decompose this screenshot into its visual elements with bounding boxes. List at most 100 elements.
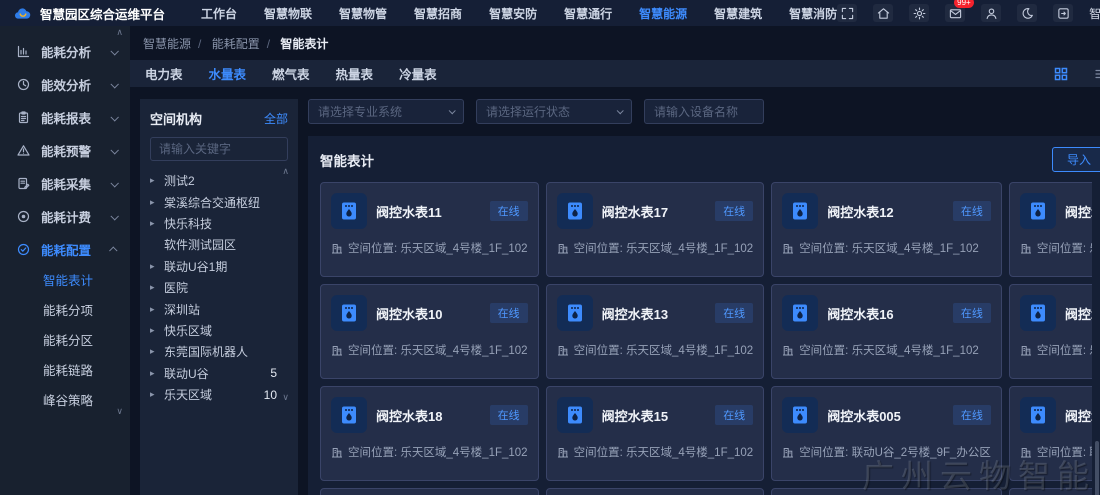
sidebar-item[interactable]: 能耗采集 — [0, 167, 130, 200]
scroll-down-icon[interactable]: ∨ — [282, 393, 289, 402]
sidebar-subitem[interactable]: 峰谷策略 — [0, 386, 130, 416]
meter-card[interactable]: 阀控水表10 在线 空间位置: 乐天区域_4号楼_1F_102 — [320, 284, 539, 379]
status-badge: 在线 — [715, 303, 753, 323]
all-link[interactable]: 全部 — [264, 110, 288, 127]
status-select[interactable]: 请选择运行状态 — [476, 99, 632, 124]
tree-item[interactable]: ▸ 联动U谷1期 — [150, 256, 288, 277]
topnav-item[interactable]: 智慧安防 — [489, 5, 537, 22]
meter-card[interactable]: 阀控水表18 在线 空间位置: 乐天区域_4号楼_1F_102 — [320, 386, 539, 481]
sidebar-item[interactable]: 能耗报表 — [0, 101, 130, 134]
exit-icon[interactable] — [1053, 4, 1073, 22]
expand-arrow-icon[interactable]: ▸ — [150, 218, 164, 229]
sidebar-item[interactable]: 能效分析 — [0, 68, 130, 101]
sidebar-item[interactable]: 能耗计费 — [0, 200, 130, 233]
expand-arrow-icon[interactable]: ▸ — [150, 389, 164, 400]
water-meter-icon — [1020, 295, 1056, 331]
topnav-item[interactable]: 智慧建筑 — [714, 5, 762, 22]
cloud-logo-icon — [13, 6, 33, 21]
scroll-down-icon[interactable]: ∨ — [116, 407, 123, 416]
expand-arrow-icon[interactable]: ▸ — [150, 175, 164, 186]
meter-card-partial[interactable] — [771, 488, 1002, 495]
breadcrumb-item[interactable]: 智慧能源 — [143, 37, 191, 51]
meter-card[interactable]: 阀控水表004 在线 空间位置: 联动U谷_2号楼_9F_办公区 — [1009, 386, 1092, 481]
device-name-input[interactable] — [644, 99, 764, 124]
tree-item-label: 测试2 — [164, 172, 277, 189]
tree-item[interactable]: ▸ 联动U谷 5 — [150, 363, 288, 384]
meter-card[interactable]: 阀控水表11 在线 空间位置: 乐天区域_4号楼_1F_102 — [320, 182, 539, 277]
tab[interactable]: 水量表 — [209, 64, 247, 83]
expand-arrow-icon[interactable]: ▸ — [150, 197, 164, 208]
meter-card-partial[interactable] — [1009, 488, 1092, 495]
sidebar-item[interactable]: 能耗预警 — [0, 134, 130, 167]
grid-view-icon[interactable] — [1054, 67, 1068, 81]
meter-card-header: 阀控水表14 在线 — [1020, 295, 1092, 331]
breadcrumb-item[interactable]: 能耗配置 — [212, 37, 260, 51]
tab[interactable]: 冷量表 — [399, 64, 437, 83]
user-name[interactable]: 智慧园区 — [1089, 5, 1100, 22]
expand-arrow-icon[interactable]: ▸ — [150, 261, 164, 272]
tree-item[interactable]: ▸ 快乐区域 — [150, 320, 288, 341]
keyword-search-input[interactable] — [150, 137, 288, 161]
expand-arrow-icon[interactable]: ▸ — [150, 282, 164, 293]
sidebar-item[interactable]: 能耗配置 — [0, 233, 130, 266]
meter-card[interactable]: 阀控水表14 在线 空间位置: 乐天区域_4号楼_1F_102 — [1009, 284, 1092, 379]
scroll-up-icon[interactable]: ∧ — [116, 28, 123, 37]
meter-card[interactable]: 阀控水表13 在线 空间位置: 乐天区域_4号楼_1F_102 — [546, 284, 765, 379]
topnav-item[interactable]: 工作台 — [201, 5, 237, 22]
home-icon[interactable] — [873, 4, 893, 22]
scrollbar-thumb[interactable] — [1095, 441, 1099, 495]
tree-item[interactable]: ▸ 测试2 — [150, 170, 288, 191]
expand-arrow-icon[interactable]: ▸ — [150, 304, 164, 315]
tree-item-label: 深圳站 — [164, 301, 277, 318]
tree-item[interactable]: ▸ 医院 — [150, 277, 288, 298]
tree-item[interactable]: ▸ 深圳站 — [150, 298, 288, 319]
meter-card-partial[interactable] — [320, 488, 539, 495]
expand-arrow-icon[interactable]: ▸ — [150, 325, 164, 336]
chart-icon — [17, 45, 32, 58]
sidebar-item[interactable]: 能耗分析 — [0, 35, 130, 68]
tree-item[interactable]: ▸ 东莞国际机器人 — [150, 341, 288, 362]
topnav-item[interactable]: 智慧能源 — [639, 5, 687, 22]
breadcrumb-item[interactable]: 智能表计 — [280, 37, 328, 51]
config-icon — [17, 243, 32, 256]
topnav-item[interactable]: 智慧物联 — [264, 5, 312, 22]
meter-card[interactable]: 阀控水表12 在线 空间位置: 乐天区域_4号楼_1F_102 — [771, 182, 1002, 277]
system-select[interactable]: 请选择专业系统 — [308, 99, 464, 124]
meter-panel-title: 智能表计 — [320, 150, 374, 170]
gear-icon[interactable] — [909, 4, 929, 22]
mail-icon[interactable]: 99+ — [945, 4, 965, 22]
meter-name: 阀控水表13 — [602, 304, 707, 323]
list-view-icon[interactable] — [1094, 67, 1100, 81]
fullscreen-icon[interactable] — [837, 4, 857, 22]
sidebar-subitem[interactable]: 能耗链路 — [0, 356, 130, 386]
scroll-up-icon[interactable]: ∧ — [282, 167, 289, 176]
tab[interactable]: 燃气表 — [272, 64, 310, 83]
meter-card[interactable]: 阀控水表19 在线 空间位置: 乐天区域_4号楼_1F_102 — [1009, 182, 1092, 277]
tab[interactable]: 电力表 — [145, 64, 183, 83]
topnav-item[interactable]: 智慧物管 — [339, 5, 387, 22]
expand-arrow-icon[interactable]: ▸ — [150, 368, 164, 379]
meter-card[interactable]: 阀控水表17 在线 空间位置: 乐天区域_4号楼_1F_102 — [546, 182, 765, 277]
meter-card[interactable]: 阀控水表15 在线 空间位置: 乐天区域_4号楼_1F_102 — [546, 386, 765, 481]
topnav-item[interactable]: 智慧通行 — [564, 5, 612, 22]
meter-card[interactable]: 阀控水表16 在线 空间位置: 乐天区域_4号楼_1F_102 — [771, 284, 1002, 379]
sidebar-subitem[interactable]: 智能表计 — [0, 266, 130, 296]
meter-card[interactable]: 阀控水表005 在线 空间位置: 联动U谷_2号楼_9F_办公区 — [771, 386, 1002, 481]
location-text: 空间位置: 乐天区域_4号楼_1F_102 — [574, 240, 754, 256]
tree-item[interactable]: ▸ 棠溪综合交通枢纽 — [150, 191, 288, 212]
moon-icon[interactable] — [1017, 4, 1037, 22]
meter-card-partial[interactable] — [546, 488, 765, 495]
sidebar-subitem[interactable]: 能耗分项 — [0, 296, 130, 326]
tree-item[interactable]: ▸ 乐天区域 10 — [150, 384, 288, 405]
topnav-item[interactable]: 智慧招商 — [414, 5, 462, 22]
sidebar-subitem[interactable]: 能耗分区 — [0, 326, 130, 356]
user-icon[interactable] — [981, 4, 1001, 22]
location-text: 空间位置: 乐天区域_4号楼_1F_102 — [1037, 342, 1092, 358]
expand-arrow-icon[interactable]: ▸ — [150, 346, 164, 357]
tree-item[interactable]: ▸ 软件测试园区 — [150, 234, 288, 255]
location-text: 空间位置: 乐天区域_4号楼_1F_102 — [348, 240, 528, 256]
tree-item[interactable]: ▸ 快乐科技 — [150, 213, 288, 234]
tab[interactable]: 热量表 — [336, 64, 374, 83]
topnav-item[interactable]: 智慧消防 — [789, 5, 837, 22]
import-button[interactable]: 导入 — [1052, 147, 1100, 172]
